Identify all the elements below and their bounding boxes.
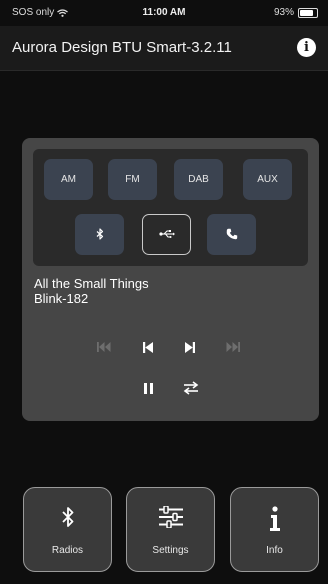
fast-forward-button[interactable] [225,340,241,354]
usb-icon [158,230,175,239]
phone-icon [226,229,237,240]
info-icon[interactable]: i [297,38,316,57]
radios-label: Radios [51,545,84,556]
next-track-button[interactable] [183,340,197,354]
track-artist: Blink-182 [34,291,89,306]
mode-fm-button[interactable]: FM [108,159,157,200]
source-usb-button[interactable] [142,214,191,255]
sliders-icon [158,506,183,528]
repeat-icon [183,381,199,395]
mode-aux-button[interactable]: AUX [243,159,292,200]
nav-bar: Aurora Design BTU Smart-3.2.11 i [0,26,328,71]
fast-rewind-icon [97,342,111,352]
source-bluetooth-button[interactable] [75,214,124,255]
info-icon [269,506,280,531]
fast-forward-icon [226,342,240,352]
status-bar: SOS only 11:00 AM 93% [0,0,328,26]
now-playing: All the Small Things Blink-182 [34,276,149,306]
battery-status: 93% [274,7,318,18]
previous-track-button[interactable] [141,340,155,354]
fast-rewind-button[interactable] [96,340,112,354]
settings-label: Settings [152,545,189,556]
battery-percent: 93% [273,7,294,18]
bluetooth-icon [96,228,103,240]
track-title: All the Small Things [34,276,149,291]
mode-am-button[interactable]: AM [44,159,93,200]
pause-icon [143,382,153,394]
radios-button[interactable]: Radios [23,487,112,572]
pause-button[interactable] [141,381,155,395]
bluetooth-icon [61,507,73,527]
previous-icon [143,341,153,353]
next-icon [185,341,195,353]
source-phone-button[interactable] [207,214,256,255]
battery-icon [298,7,318,18]
page-title: Aurora Design BTU Smart-3.2.11 [12,39,232,56]
info-button[interactable]: Info [230,487,319,572]
mode-dab-button[interactable]: DAB [174,159,223,200]
battery-fill [300,9,314,16]
repeat-button[interactable] [182,380,200,396]
source-selector: AM FM DAB AUX [33,149,308,266]
info-label: Info [266,545,283,556]
radio-panel: AM FM DAB AUX All the Small Things Blink… [22,138,319,421]
settings-button[interactable]: Settings [126,487,215,572]
